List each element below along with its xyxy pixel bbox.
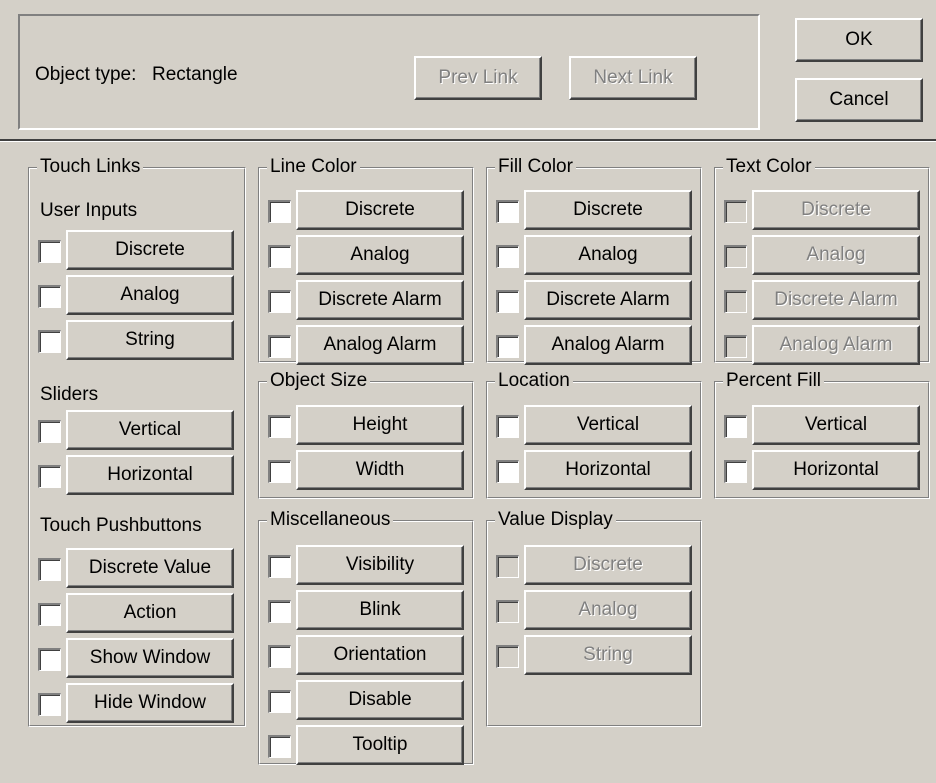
text-color-discrete-checkbox[interactable] <box>724 200 747 223</box>
touch-links-title: Touch Links <box>37 156 144 178</box>
touch-pushbutton-action-button[interactable]: Action <box>66 593 234 633</box>
line-color-analog-alarm-button[interactable]: Analog Alarm <box>296 325 464 365</box>
location-vertical-checkbox[interactable] <box>496 415 519 438</box>
misc-disable-checkbox[interactable] <box>268 690 291 713</box>
percent-fill-vertical-button[interactable]: Vertical <box>752 405 920 445</box>
percent-fill-horizontal-checkbox[interactable] <box>724 460 747 483</box>
location-horizontal-checkbox[interactable] <box>496 460 519 483</box>
location-horizontal-button[interactable]: Horizontal <box>524 450 692 490</box>
value-display-analog-checkbox[interactable] <box>496 600 519 623</box>
misc-tooltip-button[interactable]: Tooltip <box>296 725 464 765</box>
text-color-analog-button[interactable]: Analog <box>752 235 920 275</box>
line-color-discrete-button[interactable]: Discrete <box>296 190 464 230</box>
slider-vertical-button[interactable]: Vertical <box>66 410 234 450</box>
fill-color-analog-button[interactable]: Analog <box>524 235 692 275</box>
slider-horizontal-checkbox[interactable] <box>38 465 61 488</box>
percent-fill-horizontal-button[interactable]: Horizontal <box>752 450 920 490</box>
touch-pushbutton-show-window-checkbox[interactable] <box>38 648 61 671</box>
value-display-string-button[interactable]: String <box>524 635 692 675</box>
slider-vertical-checkbox[interactable] <box>38 420 61 443</box>
object-size-width-checkbox[interactable] <box>268 460 291 483</box>
value-display-discrete-button[interactable]: Discrete <box>524 545 692 585</box>
slider-horizontal-button[interactable]: Horizontal <box>66 455 234 495</box>
line-color-title: Line Color <box>267 156 360 178</box>
misc-orientation-checkbox[interactable] <box>268 645 291 668</box>
text-color-analog-alarm-checkbox[interactable] <box>724 335 747 358</box>
touch-pushbutton-action-checkbox[interactable] <box>38 603 61 626</box>
object-size-title: Object Size <box>267 370 371 392</box>
text-color-analog-alarm-button[interactable]: Analog Alarm <box>752 325 920 365</box>
percent-fill-vertical-checkbox[interactable] <box>724 415 747 438</box>
touch-pushbutton-hide-window-button[interactable]: Hide Window <box>66 683 234 723</box>
misc-visibility-checkbox[interactable] <box>268 555 291 578</box>
cancel-button[interactable]: Cancel <box>795 78 923 122</box>
line-color-analog-alarm-checkbox[interactable] <box>268 335 291 358</box>
fill-color-analog-alarm-button[interactable]: Analog Alarm <box>524 325 692 365</box>
user-inputs-label: User Inputs <box>40 200 138 221</box>
object-size-height-checkbox[interactable] <box>268 415 291 438</box>
fill-color-discrete-button[interactable]: Discrete <box>524 190 692 230</box>
touch-pushbutton-discrete-value-checkbox[interactable] <box>38 558 61 581</box>
sliders-label: Sliders <box>40 384 99 405</box>
line-color-discrete-checkbox[interactable] <box>268 200 291 223</box>
text-color-discrete-button[interactable]: Discrete <box>752 190 920 230</box>
line-color-analog-button[interactable]: Analog <box>296 235 464 275</box>
location-title: Location <box>495 370 573 392</box>
fill-color-discrete-alarm-checkbox[interactable] <box>496 290 519 313</box>
user-input-string-checkbox[interactable] <box>38 330 61 353</box>
location-vertical-button[interactable]: Vertical <box>524 405 692 445</box>
line-color-analog-checkbox[interactable] <box>268 245 291 268</box>
misc-visibility-button[interactable]: Visibility <box>296 545 464 585</box>
value-display-analog-button[interactable]: Analog <box>524 590 692 630</box>
user-input-discrete-checkbox[interactable] <box>38 240 61 263</box>
value-display-string-checkbox[interactable] <box>496 645 519 668</box>
next-link-button[interactable]: Next Link <box>569 56 697 100</box>
object-size-width-button[interactable]: Width <box>296 450 464 490</box>
text-color-title: Text Color <box>723 156 815 178</box>
touch-pushbutton-show-window-button[interactable]: Show Window <box>66 638 234 678</box>
prev-link-button[interactable]: Prev Link <box>414 56 542 100</box>
misc-blink-button[interactable]: Blink <box>296 590 464 630</box>
header-separator <box>0 139 936 142</box>
value-display-title: Value Display <box>495 509 616 531</box>
object-type-value: Rectangle <box>152 64 238 85</box>
miscellaneous-title: Miscellaneous <box>267 509 394 531</box>
percent-fill-title: Percent Fill <box>723 370 825 392</box>
misc-blink-checkbox[interactable] <box>268 600 291 623</box>
text-color-discrete-alarm-checkbox[interactable] <box>724 290 747 313</box>
touch-pushbuttons-label: Touch Pushbuttons <box>40 515 202 536</box>
ok-button[interactable]: OK <box>795 18 923 62</box>
fill-color-analog-alarm-checkbox[interactable] <box>496 335 519 358</box>
misc-orientation-button[interactable]: Orientation <box>296 635 464 675</box>
user-input-string-button[interactable]: String <box>66 320 234 360</box>
fill-color-analog-checkbox[interactable] <box>496 245 519 268</box>
misc-disable-button[interactable]: Disable <box>296 680 464 720</box>
object-type-label: Object type: <box>35 64 137 85</box>
misc-tooltip-checkbox[interactable] <box>268 735 291 758</box>
fill-color-title: Fill Color <box>495 156 576 178</box>
touch-pushbutton-discrete-value-button[interactable]: Discrete Value <box>66 548 234 588</box>
line-color-discrete-alarm-checkbox[interactable] <box>268 290 291 313</box>
user-input-discrete-button[interactable]: Discrete <box>66 230 234 270</box>
user-input-analog-checkbox[interactable] <box>38 285 61 308</box>
text-color-discrete-alarm-button[interactable]: Discrete Alarm <box>752 280 920 320</box>
fill-color-discrete-checkbox[interactable] <box>496 200 519 223</box>
object-size-height-button[interactable]: Height <box>296 405 464 445</box>
touch-pushbutton-hide-window-checkbox[interactable] <box>38 693 61 716</box>
fill-color-discrete-alarm-button[interactable]: Discrete Alarm <box>524 280 692 320</box>
text-color-analog-checkbox[interactable] <box>724 245 747 268</box>
user-input-analog-button[interactable]: Analog <box>66 275 234 315</box>
line-color-discrete-alarm-button[interactable]: Discrete Alarm <box>296 280 464 320</box>
value-display-discrete-checkbox[interactable] <box>496 555 519 578</box>
